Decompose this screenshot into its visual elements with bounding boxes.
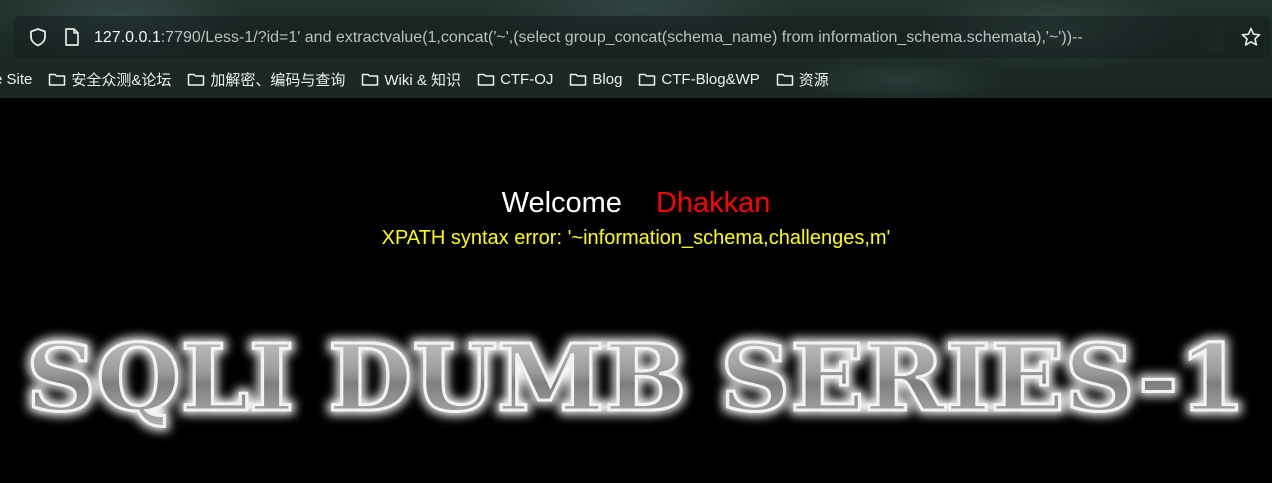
bookmark-label: 资源: [798, 71, 829, 89]
url-path: :7790/Less-1/?id=1' and extractvalue(1,c…: [160, 29, 1083, 46]
welcome-line: Welcome Dhakkan: [0, 186, 1272, 220]
bookmark-resources[interactable]: 资源: [776, 66, 829, 92]
banner-image: SQLI DUMB SERIES-1 SQLI DUMB SERIES-1: [0, 318, 1272, 448]
bookmark-security-forum[interactable]: 安全众测&论坛: [48, 66, 171, 92]
bookmark-label: Wiki & 知识: [384, 71, 462, 89]
folder-icon: [570, 73, 587, 86]
xpath-error-message: XPATH syntax error: '~information_schema…: [381, 227, 891, 249]
bookmark-label: 加解密、编码与查询: [210, 71, 346, 89]
folder-icon: [776, 73, 794, 86]
banner-graphic: SQLI DUMB SERIES-1 SQLI DUMB SERIES-1: [22, 320, 1251, 437]
folder-icon: [639, 73, 656, 86]
shield-icon[interactable]: [28, 27, 48, 47]
url-text[interactable]: 127.0.0.1:7790/Less-1/?id=1' and extract…: [94, 27, 1234, 49]
banner-title: SQLI DUMB SERIES-1: [26, 324, 1246, 432]
folder-icon: [477, 73, 495, 86]
bookmarks-bar: e Site 安全众测&论坛 加解密、编码与查询 Wiki & 知识 CTF-O…: [0, 66, 1272, 92]
url-fade: [1198, 22, 1224, 52]
bookmark-label: e Site: [0, 70, 33, 88]
star-icon[interactable]: [1240, 26, 1262, 48]
folder-icon: [188, 73, 205, 86]
bookmark-blog[interactable]: Blog: [569, 66, 622, 92]
bookmark-label: CTF-OJ: [500, 70, 554, 88]
bookmark-label: 安全众测&论坛: [71, 71, 172, 89]
bookmark-site[interactable]: e Site: [0, 66, 32, 92]
bookmark-crypto-encoding[interactable]: 加解密、编码与查询: [187, 66, 345, 92]
bookmark-ctf-blog-wp[interactable]: CTF-Blog&WP: [638, 66, 760, 92]
browser-chrome: 127.0.0.1:7790/Less-1/?id=1' and extract…: [0, 0, 1272, 98]
bookmark-wiki[interactable]: Wiki & 知识: [361, 66, 461, 92]
bookmark-label: Blog: [592, 70, 623, 88]
address-bar[interactable]: 127.0.0.1:7790/Less-1/?id=1' and extract…: [14, 16, 1270, 58]
user-name: Dhakkan: [655, 187, 771, 219]
page-icon[interactable]: [64, 27, 80, 47]
welcome-text: Welcome: [501, 187, 622, 219]
page-content: Welcome Dhakkan XPATH syntax error: '~inf…: [0, 98, 1272, 483]
bookmark-label: CTF-Blog&WP: [661, 70, 760, 88]
bookmark-ctf-oj[interactable]: CTF-OJ: [477, 66, 553, 92]
folder-icon: [49, 73, 66, 86]
url-host: 127.0.0.1: [94, 29, 161, 46]
folder-icon: [362, 73, 379, 86]
